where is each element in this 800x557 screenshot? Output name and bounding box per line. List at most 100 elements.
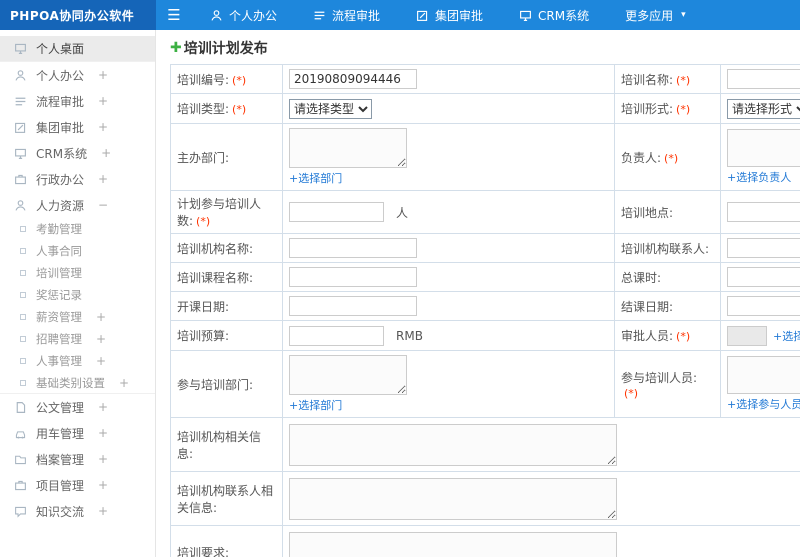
end-date-input[interactable]	[727, 296, 800, 316]
leader-textarea[interactable]	[727, 129, 800, 167]
sidebar-item-archive-mgmt[interactable]: 档案管理 +	[0, 446, 155, 472]
expand-marker: +	[98, 478, 109, 492]
join-dept-textarea[interactable]	[289, 355, 407, 395]
sidebar-item-attendance[interactable]: 考勤管理	[0, 218, 155, 240]
flow-icon	[14, 95, 27, 108]
sidebar-item-recruit-mgmt[interactable]: 招聘管理 +	[0, 328, 155, 350]
app-title: PHPOA协同办公软件	[0, 0, 156, 30]
unit-label: 人	[396, 205, 409, 220]
field-label: 参与培训人员:(*)	[614, 350, 721, 418]
hours-input[interactable]	[727, 267, 800, 287]
org-name-input[interactable]	[289, 238, 417, 258]
nav-group-approval[interactable]: 集团审批	[398, 0, 501, 30]
select-dept-link[interactable]: +选择部门	[289, 170, 342, 186]
sidebar-item-admin-office[interactable]: 行政办公 +	[0, 166, 155, 192]
expand-marker: +	[96, 310, 107, 324]
nav-label: 更多应用	[625, 8, 674, 23]
topbar: PHPOA协同办公软件 ☰ 个人办公 流程审批 集团审批 CRM系统 更多应用 …	[0, 0, 800, 30]
training-name-input[interactable]	[727, 69, 800, 89]
field-label: 总课时:	[614, 262, 721, 292]
label-text: 培训要求:	[177, 546, 230, 557]
org-info-textarea[interactable]	[289, 423, 617, 466]
join-users-textarea[interactable]	[727, 356, 800, 394]
nav-workflow-approval[interactable]: 流程审批	[295, 0, 398, 30]
field-label: 培训地点:	[614, 190, 721, 234]
sidebar-item-vehicle-mgmt[interactable]: 用车管理 +	[0, 420, 155, 446]
label-text: 培训机构名称:	[177, 241, 254, 256]
nav-label: 个人办公	[229, 8, 278, 23]
bullet-icon	[18, 356, 28, 366]
nav-personal-office[interactable]: 个人办公	[192, 0, 295, 30]
field-label: 培训机构名称:	[170, 233, 283, 263]
sidebar-item-label: 个人桌面	[36, 42, 85, 56]
required-mark: (*)	[232, 103, 247, 116]
bullet-icon	[18, 378, 28, 388]
page-title-text: 培训计划发布	[183, 41, 268, 57]
sidebar-item-group-approval[interactable]: 集团审批 +	[0, 114, 155, 140]
plan-count-input[interactable]	[289, 202, 384, 222]
select-approver-link[interactable]: +选择审批人员	[773, 328, 800, 344]
sidebar-item-label: 培训管理	[36, 266, 82, 280]
training-type-select[interactable]: 请选择类型	[289, 98, 372, 119]
training-require-textarea[interactable]	[289, 531, 617, 557]
training-form-select[interactable]: 请选择形式	[727, 98, 800, 119]
org-contact-input[interactable]	[727, 238, 800, 258]
expand-marker: +	[98, 94, 109, 108]
field-label: 培训机构相关信息:	[170, 417, 283, 472]
label-text: 培训机构联系人:	[621, 241, 710, 256]
host-dept-textarea[interactable]	[289, 128, 407, 168]
sidebar-item-base-category[interactable]: 基础类别设置 +	[0, 372, 155, 394]
sidebar-item-crm[interactable]: CRM系统 +	[0, 140, 155, 166]
edit-square-icon	[14, 121, 27, 134]
expand-marker: +	[98, 426, 109, 440]
select-leader-link[interactable]: +选择负责人	[727, 169, 791, 185]
field-label: 培训类型: (*)	[170, 93, 283, 124]
place-input[interactable]	[727, 202, 800, 222]
sidebar-item-label: 人事管理	[36, 354, 82, 368]
approver-input[interactable]	[727, 325, 767, 346]
select-participants-link[interactable]: +选择参与人员	[727, 396, 800, 412]
sidebar-item-project-mgmt[interactable]: 项目管理 +	[0, 472, 155, 498]
training-no-input[interactable]	[289, 69, 417, 89]
bullet-icon	[18, 268, 28, 278]
course-name-input[interactable]	[289, 267, 417, 287]
sidebar-item-workflow-approval[interactable]: 流程审批 +	[0, 88, 155, 114]
page-title: ✚ 培训计划发布	[170, 38, 800, 58]
org-contact-info-textarea[interactable]	[289, 477, 617, 520]
sidebar-item-reward-record[interactable]: 奖惩记录	[0, 284, 155, 306]
sidebar-item-label: 个人办公	[36, 68, 85, 83]
expand-marker: +	[98, 120, 109, 134]
sidebar-item-knowledge-exchange[interactable]: 知识交流 +	[0, 498, 155, 524]
sidebar-item-personal-office[interactable]: 个人办公 +	[0, 62, 155, 88]
nav-label: 流程审批	[332, 8, 381, 23]
sidebar-item-training-mgmt[interactable]: 培训管理	[0, 262, 155, 284]
select-dept-link[interactable]: +选择部门	[289, 397, 342, 413]
expand-marker: +	[119, 375, 130, 390]
sidebar-item-personnel-mgmt[interactable]: 人事管理 +	[0, 350, 155, 372]
sidebar-item-hr-contract[interactable]: 人事合同	[0, 240, 155, 262]
label-text: 培训课程名称:	[177, 270, 254, 285]
required-mark: (*)	[624, 386, 639, 400]
start-date-input[interactable]	[289, 296, 417, 316]
hamburger-icon[interactable]: ☰	[156, 0, 192, 30]
sidebar-item-salary-mgmt[interactable]: 薪资管理 +	[0, 306, 155, 328]
user-icon	[14, 69, 27, 82]
field-label: 计划参与培训人数: (*)	[170, 190, 283, 234]
sidebar-item-personal-desktop[interactable]: 个人桌面	[0, 36, 155, 62]
label-text: 培训编号:	[177, 72, 230, 87]
top-nav: 个人办公 流程审批 集团审批 CRM系统 更多应用 ▾	[192, 0, 704, 30]
required-mark: (*)	[676, 330, 691, 343]
label-text: 培训机构相关信息:	[177, 429, 262, 461]
expand-marker: +	[101, 146, 112, 160]
expand-marker: +	[98, 452, 109, 466]
label-text: 培训机构联系人相关信息:	[177, 483, 274, 515]
nav-more-apps[interactable]: 更多应用 ▾	[607, 0, 704, 30]
sidebar-item-hr[interactable]: 人力资源 −	[0, 192, 155, 218]
desktop-icon	[14, 42, 27, 55]
sidebar-item-document-mgmt[interactable]: 公文管理 +	[0, 394, 155, 420]
sidebar-item-label: 基础类别设置	[36, 375, 105, 390]
user-icon	[210, 9, 223, 22]
required-mark: (*)	[232, 73, 247, 87]
budget-input[interactable]	[289, 325, 384, 346]
nav-crm[interactable]: CRM系统	[501, 0, 607, 30]
